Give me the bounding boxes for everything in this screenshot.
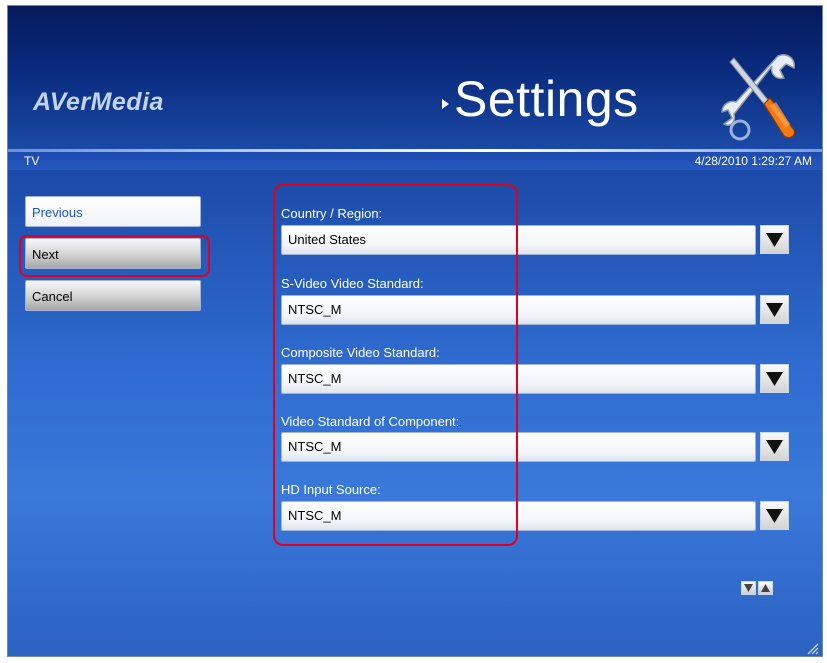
brand-logo: AVerMedia <box>33 88 164 116</box>
status-bar: TV 4/28/2010 1:29:27 AM <box>8 152 822 170</box>
dropdown-arrow-icon <box>766 303 783 317</box>
next-button-highlight <box>19 235 210 277</box>
form-highlight <box>273 184 518 546</box>
previous-button[interactable]: Previous <box>25 196 201 227</box>
page-title: Settings <box>454 71 639 127</box>
resize-grip-icon[interactable] <box>807 643 819 655</box>
hd-input-source-dropdown-button[interactable] <box>760 501 789 530</box>
tools-icon <box>721 54 795 141</box>
page-down-icon <box>744 584 753 592</box>
timestamp: 4/28/2010 1:29:27 AM <box>694 154 812 168</box>
svideo-standard-dropdown-button[interactable] <box>760 295 789 324</box>
dropdown-arrow-icon <box>766 372 783 386</box>
page-up-button[interactable] <box>758 581 773 595</box>
dropdown-arrow-icon <box>766 233 783 247</box>
country-region-dropdown-button[interactable] <box>760 225 789 254</box>
component-standard-dropdown-button[interactable] <box>760 432 789 461</box>
header-banner: AVerMedia Settings <box>8 6 822 149</box>
page-down-button[interactable] <box>741 581 756 595</box>
page-up-icon <box>761 584 770 592</box>
dropdown-arrow-icon <box>766 440 783 454</box>
title-arrow-icon <box>442 99 449 109</box>
composite-standard-dropdown-button[interactable] <box>760 364 789 393</box>
dropdown-arrow-icon <box>766 509 783 523</box>
cancel-button[interactable]: Cancel <box>25 280 201 311</box>
section-label: TV <box>24 154 40 168</box>
